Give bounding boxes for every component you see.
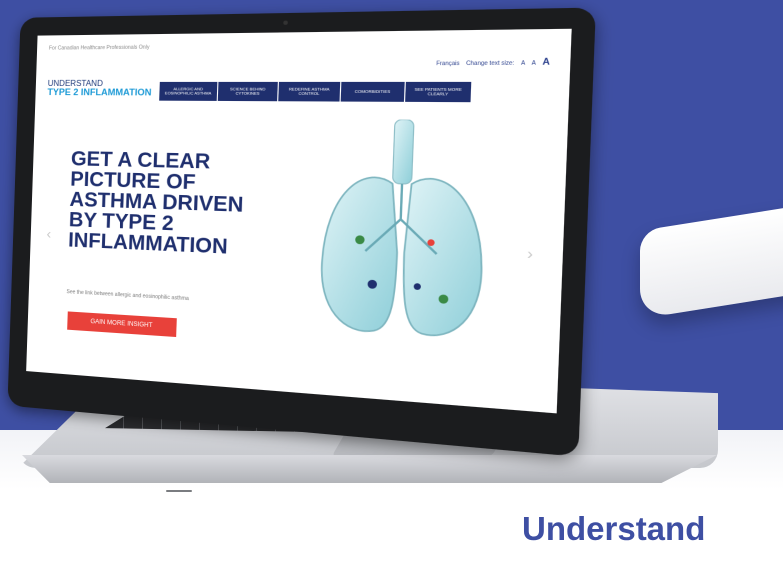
hero-subtitle: See the link between allergic and eosino… bbox=[66, 289, 189, 303]
nav-item-see-patients[interactable]: SEE PATIENTS MORE CLEARLY bbox=[405, 81, 472, 103]
camera bbox=[283, 20, 288, 25]
text-size-label: Change text size: bbox=[466, 60, 515, 68]
text-size-small-button[interactable]: A bbox=[521, 60, 525, 67]
language-link[interactable]: Français bbox=[436, 61, 460, 68]
caption-heading: Understand bbox=[522, 510, 706, 547]
text-size-large-button[interactable]: A bbox=[542, 57, 550, 67]
laptop-front-edge bbox=[22, 455, 717, 483]
logo-line2: TYPE 2 INFLAMMATION bbox=[47, 87, 152, 98]
next-arrow-icon[interactable]: › bbox=[527, 244, 534, 263]
laptop-screen: For Canadian Healthcare Professionals On… bbox=[26, 28, 572, 414]
prev-arrow-icon[interactable]: ‹ bbox=[46, 225, 51, 241]
main-nav: ALLERGIC AND EOSINOPHILIC ASTHMA SCIENCE… bbox=[159, 81, 472, 103]
hcp-disclaimer: For Canadian Healthcare Professionals On… bbox=[48, 44, 150, 52]
nav-item-allergic-asthma[interactable]: ALLERGIC AND EOSINOPHILIC ASTHMA bbox=[159, 81, 218, 101]
text-size-medium-button[interactable]: A bbox=[532, 60, 536, 67]
language-bar: Français Change text size: A A A bbox=[431, 57, 550, 68]
gain-insight-button[interactable]: GAIN MORE INSIGHT bbox=[67, 311, 177, 338]
laptop-lid: For Canadian Healthcare Professionals On… bbox=[7, 7, 596, 457]
hero-title: GET A CLEAR PICTURE OF ASTHMA DRIVEN BY … bbox=[67, 147, 244, 259]
laptop-led bbox=[166, 490, 192, 492]
site-logo[interactable]: UNDERSTAND TYPE 2 INFLAMMATION bbox=[47, 79, 152, 99]
nav-item-cytokines[interactable]: SCIENCE BEHIND CYTOKINES bbox=[217, 81, 278, 102]
lungs-illustration-icon bbox=[310, 119, 497, 358]
nav-item-asthma-control[interactable]: REDEFINE ASTHMA CONTROL bbox=[278, 81, 341, 102]
nav-item-comorbidities[interactable]: COMORBIDITIES bbox=[340, 81, 405, 102]
